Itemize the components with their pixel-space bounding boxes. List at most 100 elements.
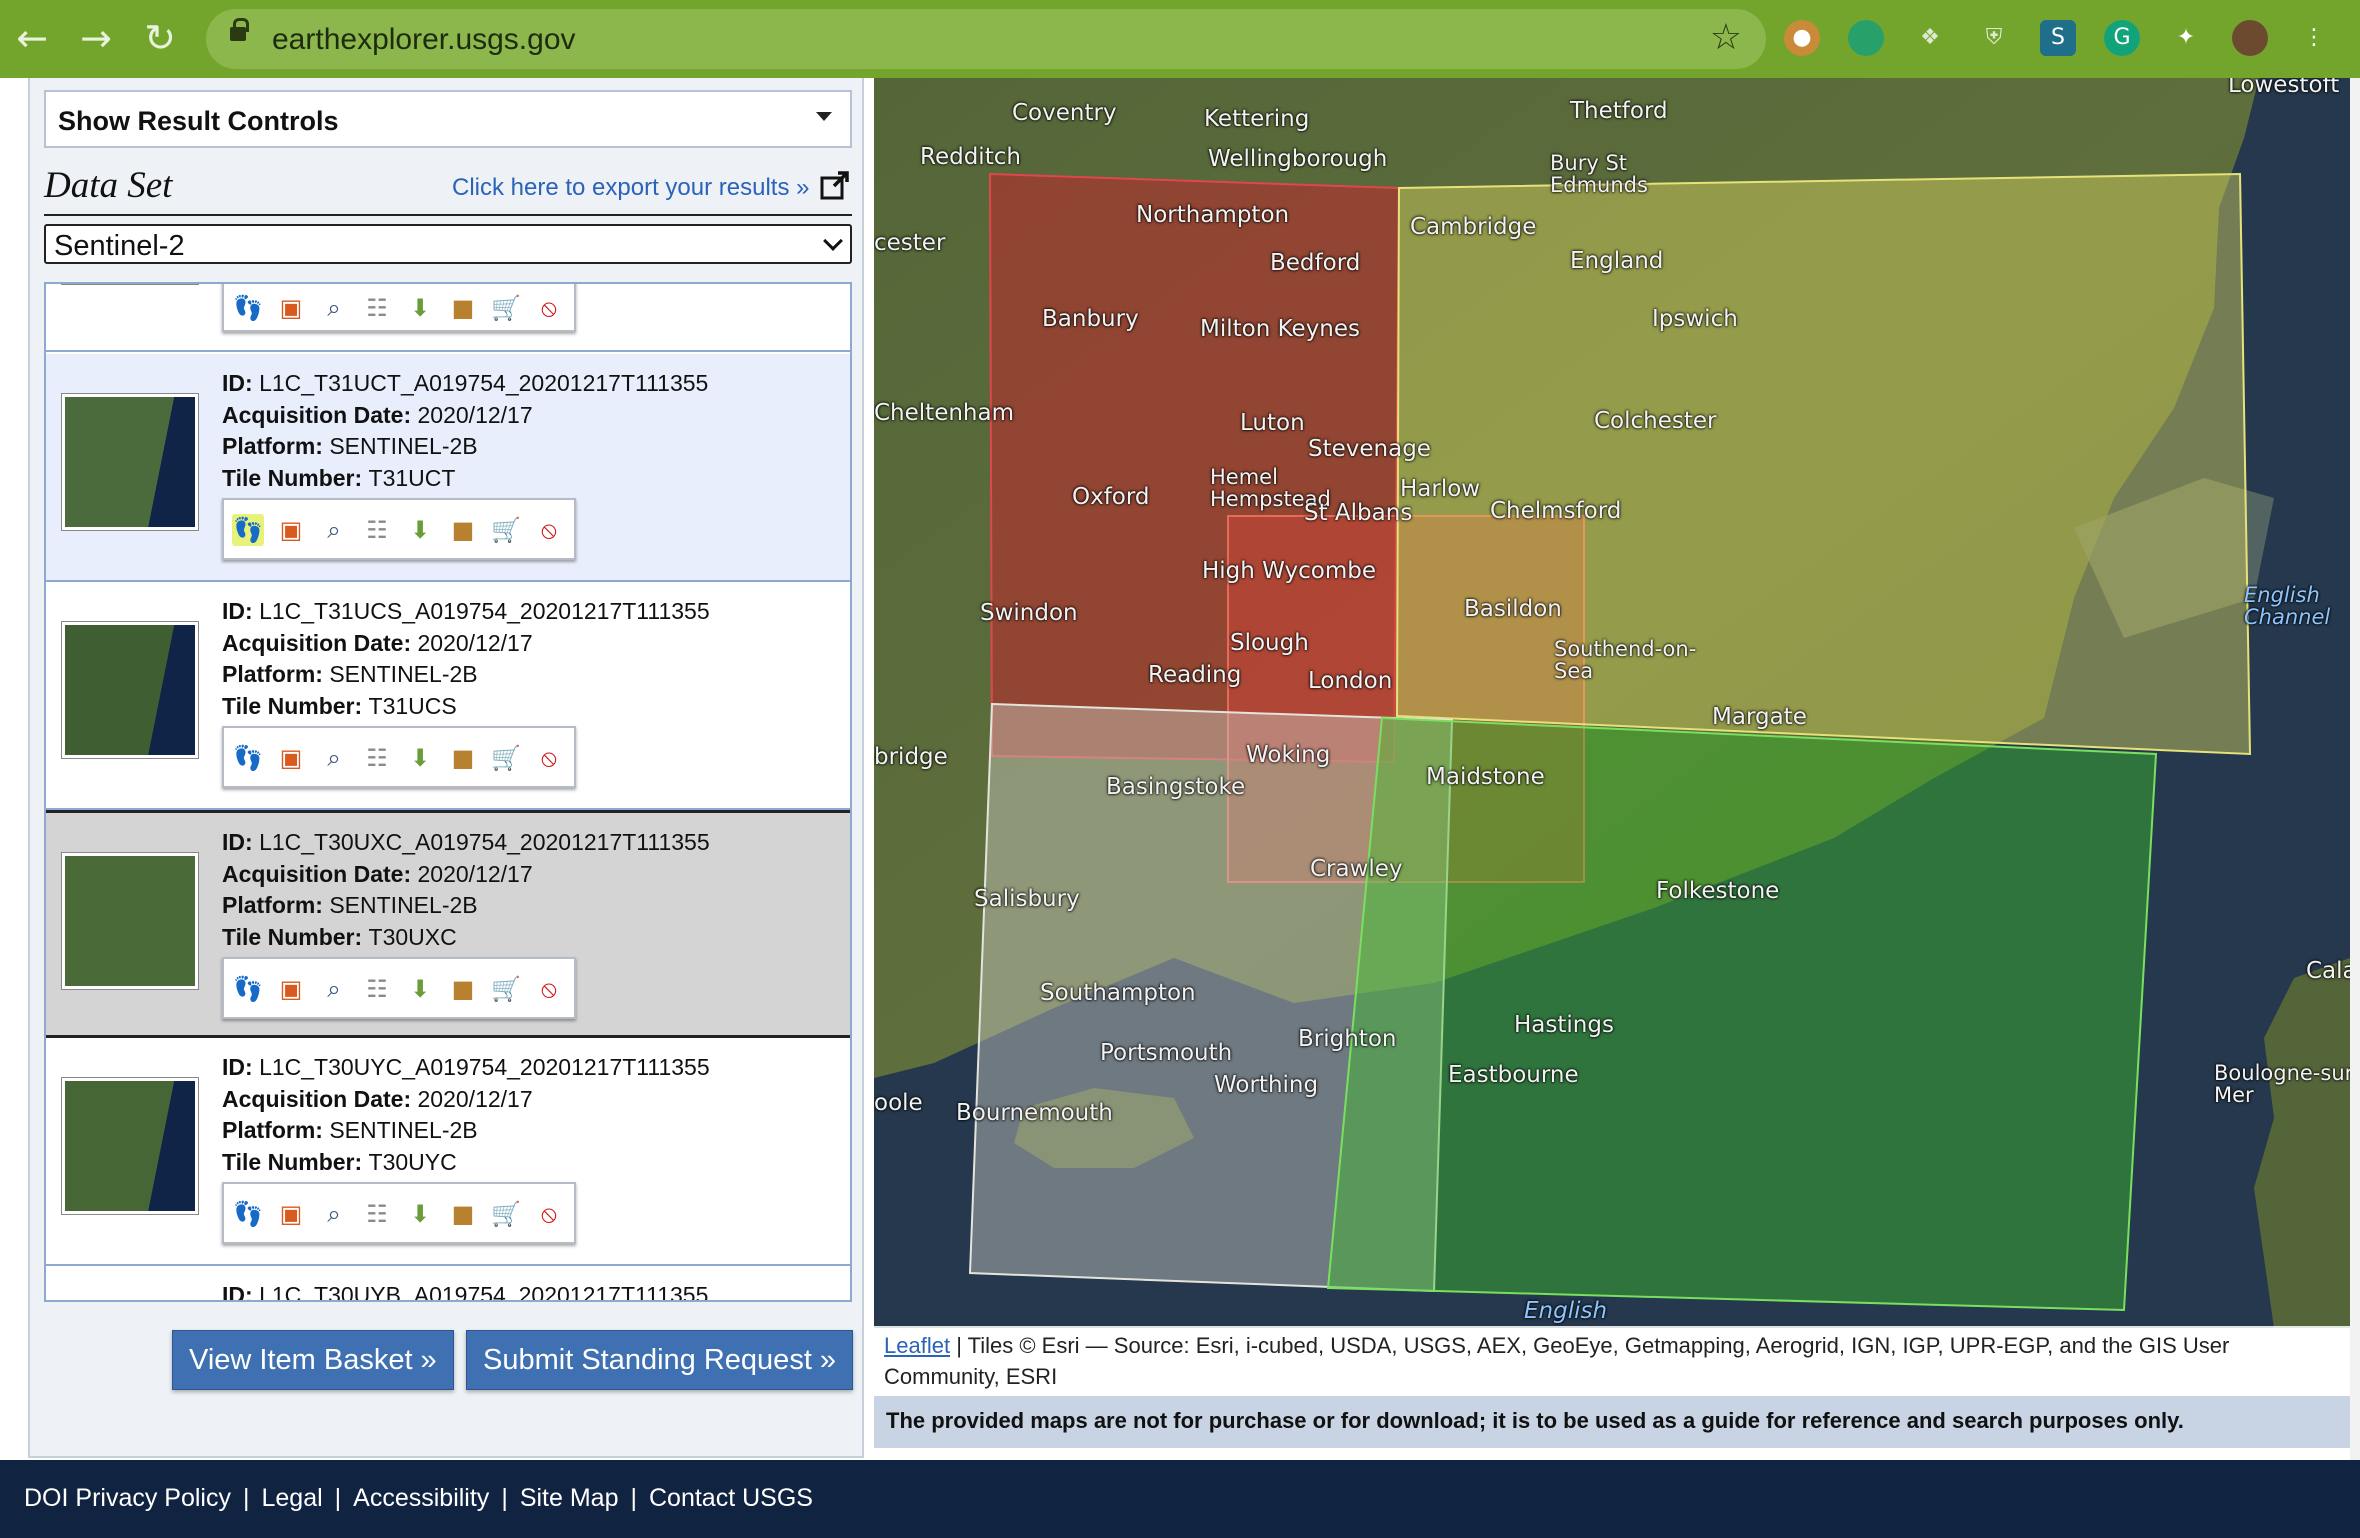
- exclude-icon[interactable]: ⦸: [533, 973, 565, 1005]
- footer-links: DOI Privacy Policy | Legal | Accessibility | S…: [24, 1484, 813, 1513]
- footer-link[interactable]: Site Map: [520, 1484, 619, 1512]
- footprint-icon[interactable]: 👣: [232, 1198, 264, 1230]
- external-link-icon[interactable]: [820, 170, 850, 200]
- field-label: Tile Number:: [222, 692, 369, 719]
- download-icon[interactable]: ⬇: [404, 973, 436, 1005]
- url-text[interactable]: earthexplorer.usgs.gov: [272, 23, 576, 57]
- bulk-download-icon[interactable]: ■: [447, 973, 479, 1005]
- field-value: T30UXC: [368, 923, 457, 950]
- forward-icon[interactable]: →: [72, 14, 120, 62]
- dataset-select[interactable]: Sentinel-2: [44, 224, 852, 264]
- download-icon[interactable]: ⬇: [404, 1198, 436, 1230]
- shield-extension-icon[interactable]: [1848, 20, 1884, 56]
- cart-icon[interactable]: 🛒: [490, 1198, 522, 1230]
- exclude-icon[interactable]: ⦸: [533, 292, 565, 324]
- footprint-icon[interactable]: 👣: [232, 973, 264, 1005]
- map-place-label: Southampton: [1040, 980, 1196, 1006]
- field-value: L1C_T31UCS_A019754_20201217T111355: [259, 598, 710, 624]
- metadata-icon[interactable]: ☷: [361, 292, 393, 324]
- leaflet-link[interactable]: Leaflet: [884, 1333, 950, 1358]
- back-icon[interactable]: ←: [8, 14, 56, 62]
- exclude-icon[interactable]: ⦸: [533, 514, 565, 546]
- browse-overlay-icon[interactable]: ▣: [275, 292, 307, 324]
- field-value: SENTINEL-2B: [329, 892, 478, 918]
- browse-overlay-icon[interactable]: ▣: [275, 514, 307, 546]
- profile-avatar[interactable]: [2232, 20, 2268, 56]
- result-controls-toggle[interactable]: Show Result Controls: [44, 90, 852, 148]
- list-item[interactable]: ID: L1C_T30UYB_A019754_20201217T111355: [46, 1266, 850, 1300]
- footer-link[interactable]: Legal: [261, 1484, 322, 1512]
- map-place-label: Worthing: [1214, 1072, 1319, 1098]
- footer-link[interactable]: Accessibility: [353, 1484, 489, 1512]
- results-list[interactable]: 👣 ▣ ⌕ ☷ ⬇ ■ 🛒 ⦸ ID: L1C_T31UCT_A019754_20201217…: [44, 282, 852, 1302]
- footer-link[interactable]: DOI Privacy Policy: [24, 1484, 231, 1512]
- download-icon[interactable]: ⬇: [404, 514, 436, 546]
- view-item-basket-button[interactable]: View Item Basket »: [172, 1330, 454, 1390]
- bulk-download-icon[interactable]: ■: [447, 1198, 479, 1230]
- download-icon[interactable]: ⬇: [404, 742, 436, 774]
- compare-icon[interactable]: ⌕: [318, 514, 350, 546]
- thumbnail[interactable]: [62, 1078, 198, 1214]
- thumbnail[interactable]: [62, 282, 198, 284]
- map-place-label: Cheltenham: [874, 400, 1014, 426]
- reload-icon[interactable]: ↻: [136, 14, 184, 62]
- cart-icon[interactable]: 🛒: [490, 742, 522, 774]
- export-results-link[interactable]: Click here to export your results »: [452, 174, 809, 202]
- cookie-extension-icon[interactable]: ●: [1784, 20, 1820, 56]
- field-label: Acquisition Date:: [222, 629, 418, 656]
- thumbnail[interactable]: [62, 394, 198, 530]
- list-item[interactable]: ID: L1C_T30UXC_A019754_20201217T111355 Ac…: [46, 810, 850, 1038]
- dataset-heading: Data Set: [44, 165, 173, 206]
- footer-link[interactable]: Contact USGS: [649, 1484, 813, 1512]
- footprint-icon[interactable]: 👣: [232, 742, 264, 774]
- metadata-icon[interactable]: ☷: [361, 1198, 393, 1230]
- map-place-label: Colchester: [1594, 408, 1717, 434]
- thumbnail[interactable]: [62, 622, 198, 758]
- browse-overlay-icon[interactable]: ▣: [275, 973, 307, 1005]
- s-extension-icon[interactable]: S: [2040, 20, 2076, 56]
- cart-icon[interactable]: 🛒: [490, 973, 522, 1005]
- field-label: Platform:: [222, 892, 330, 918]
- list-item[interactable]: ID: L1C_T30UYC_A019754_20201217T111355 Ac…: [46, 1038, 850, 1266]
- bulk-download-icon[interactable]: ■: [447, 292, 479, 324]
- cart-icon[interactable]: 🛒: [490, 292, 522, 324]
- field-label: Tile Number:: [222, 1148, 369, 1175]
- list-item[interactable]: ID: L1C_T31UCS_A019754_20201217T111355 Ac…: [46, 582, 850, 810]
- browse-overlay-icon[interactable]: ▣: [275, 1198, 307, 1230]
- footprint-icon[interactable]: 👣: [232, 514, 264, 546]
- result-toolbar: 👣 ▣ ⌕ ☷ ⬇ ■ 🛒 ⦸: [222, 726, 576, 788]
- metadata-icon[interactable]: ☷: [361, 742, 393, 774]
- map-viewport[interactable]: Coventry Kettering Thetford Redditch Welling…: [874, 78, 2350, 1328]
- list-item[interactable]: 👣 ▣ ⌕ ☷ ⬇ ■ 🛒 ⦸: [46, 282, 850, 352]
- menu-kebab-icon[interactable]: ⋮: [2296, 20, 2332, 56]
- exclude-icon[interactable]: ⦸: [533, 742, 565, 774]
- map-place-label: London: [1308, 668, 1393, 694]
- dropbox-icon[interactable]: ❖: [1912, 20, 1948, 56]
- compare-icon[interactable]: ⌕: [318, 292, 350, 324]
- address-bar[interactable]: earthexplorer.usgs.gov ☆: [206, 9, 1766, 69]
- bookmark-star-icon[interactable]: ☆: [1710, 17, 1742, 58]
- field-label: Platform:: [222, 661, 330, 687]
- bulk-download-icon[interactable]: ■: [447, 514, 479, 546]
- page-scrollbar[interactable]: [2350, 78, 2360, 1460]
- compare-icon[interactable]: ⌕: [318, 973, 350, 1005]
- bulk-download-icon[interactable]: ■: [447, 742, 479, 774]
- result-toolbar: 👣 ▣ ⌕ ☷ ⬇ ■ 🛒 ⦸: [222, 498, 576, 560]
- cart-icon[interactable]: 🛒: [490, 514, 522, 546]
- compare-icon[interactable]: ⌕: [318, 742, 350, 774]
- map-place-label: Hastings: [1514, 1012, 1614, 1038]
- list-item[interactable]: ID: L1C_T31UCT_A019754_20201217T111355 Ac…: [46, 354, 850, 582]
- footprint-icon[interactable]: 👣: [232, 292, 264, 324]
- metadata-icon[interactable]: ☷: [361, 973, 393, 1005]
- download-icon[interactable]: ⬇: [404, 292, 436, 324]
- grammarly-icon[interactable]: G: [2104, 20, 2140, 56]
- map-place-label: Kettering: [1204, 106, 1310, 132]
- browse-overlay-icon[interactable]: ▣: [275, 742, 307, 774]
- privacy-shield-icon[interactable]: ⛨: [1976, 20, 2012, 56]
- metadata-icon[interactable]: ☷: [361, 514, 393, 546]
- thumbnail[interactable]: [62, 853, 198, 989]
- compare-icon[interactable]: ⌕: [318, 1198, 350, 1230]
- exclude-icon[interactable]: ⦸: [533, 1198, 565, 1230]
- submit-standing-request-button[interactable]: Submit Standing Request »: [466, 1330, 854, 1390]
- puzzle-extensions-icon[interactable]: ✦: [2168, 20, 2204, 56]
